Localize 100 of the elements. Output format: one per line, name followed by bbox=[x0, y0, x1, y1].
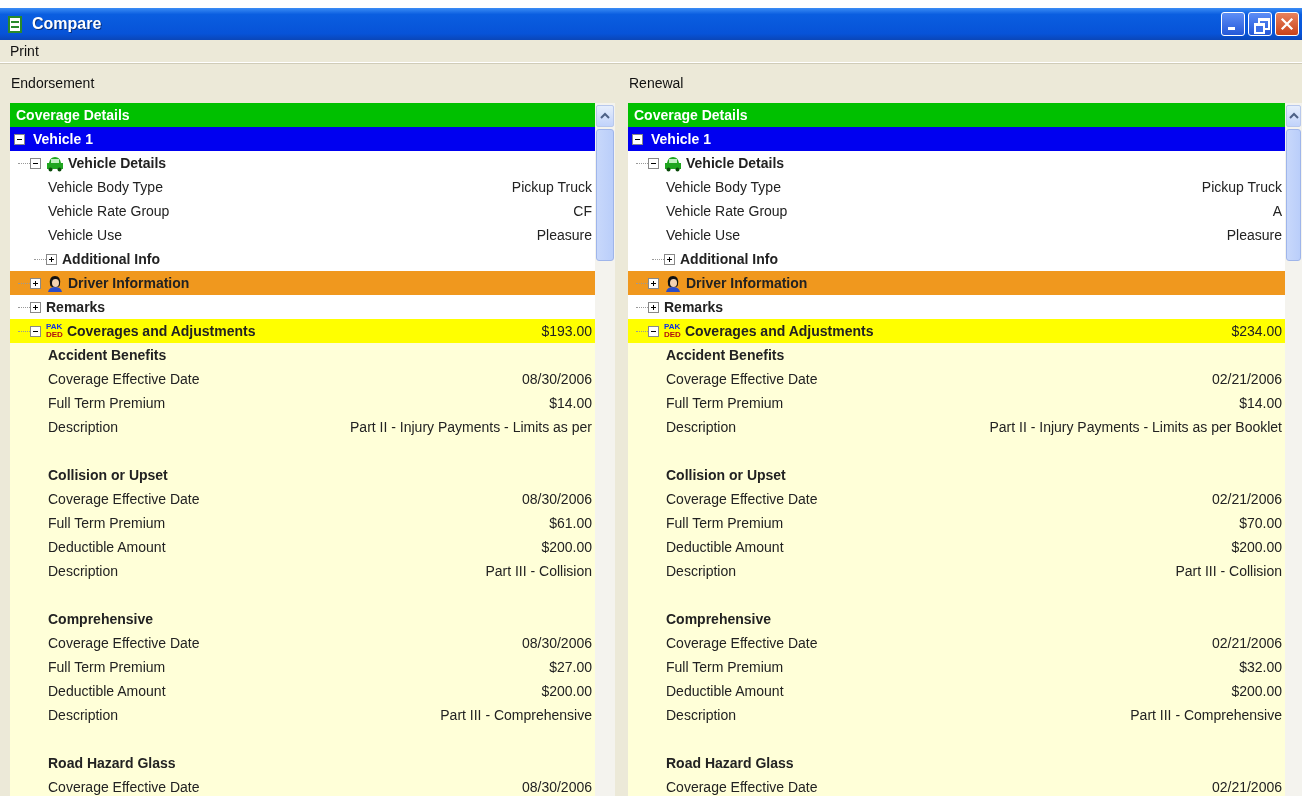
field-value: $14.00 bbox=[1239, 395, 1282, 411]
scroll-thumb[interactable] bbox=[1286, 129, 1301, 261]
node-label: Coverages and Adjustments bbox=[684, 323, 874, 339]
field-value: $200.00 bbox=[1231, 539, 1282, 555]
field-label: Coverage Effective Date bbox=[666, 371, 818, 387]
document-icon bbox=[8, 15, 22, 33]
car-icon bbox=[46, 154, 64, 172]
field-value: $27.00 bbox=[549, 659, 592, 675]
tree-node[interactable]: Remarks bbox=[10, 295, 595, 319]
field-label: Deductible Amount bbox=[666, 683, 784, 699]
node-label: Driver Information bbox=[686, 275, 808, 291]
tree-node[interactable]: Additional Info bbox=[10, 247, 595, 271]
restore-button[interactable] bbox=[1248, 12, 1272, 36]
field-value: 02/21/2006 bbox=[1211, 371, 1282, 387]
tree-node[interactable]: Remarks bbox=[628, 295, 1285, 319]
field-label: Description bbox=[48, 563, 119, 579]
field-label: Vehicle Rate Group bbox=[666, 203, 788, 219]
close-button[interactable] bbox=[1275, 12, 1299, 36]
scroll-thumb[interactable] bbox=[596, 129, 614, 261]
field-label: Full Term Premium bbox=[666, 659, 784, 675]
section-header: Coverage Details bbox=[628, 103, 1285, 127]
expand-toggle[interactable] bbox=[46, 253, 57, 265]
field-value: 02/21/2006 bbox=[1211, 491, 1282, 507]
field-label: Coverage Effective Date bbox=[48, 371, 200, 387]
collapse-toggle[interactable] bbox=[648, 325, 659, 337]
expand-toggle[interactable] bbox=[30, 277, 41, 289]
field-value: Part III - Comprehensive bbox=[440, 707, 592, 723]
collapse-toggle[interactable] bbox=[30, 157, 41, 169]
menu-item[interactable]: Print bbox=[10, 43, 39, 59]
field-label: Description bbox=[666, 707, 737, 723]
field-label: Vehicle Body Type bbox=[666, 179, 781, 195]
vehicle-row[interactable]: Vehicle 1 bbox=[10, 127, 595, 151]
node-label: Coverages and Adjustments bbox=[66, 323, 256, 339]
field-label: Full Term Premium bbox=[48, 515, 166, 531]
field-value: $200.00 bbox=[541, 683, 592, 699]
person-icon bbox=[46, 274, 64, 292]
field-value: 02/21/2006 bbox=[1211, 779, 1282, 795]
group-title: Collision or Upset bbox=[48, 467, 168, 483]
group-title: Road Hazard Glass bbox=[666, 755, 794, 771]
field-value: $200.00 bbox=[1231, 683, 1282, 699]
field-label: Full Term Premium bbox=[666, 515, 784, 531]
close-icon bbox=[1280, 17, 1294, 31]
window-title: Compare bbox=[32, 15, 103, 33]
field-value: $14.00 bbox=[549, 395, 592, 411]
scrollbar[interactable] bbox=[1285, 103, 1302, 796]
tree-node[interactable]: Vehicle Details bbox=[10, 151, 595, 175]
field-label: Coverage Effective Date bbox=[666, 491, 818, 507]
node-label: Remarks bbox=[46, 299, 106, 315]
scroll-up-button[interactable] bbox=[1286, 105, 1301, 127]
field-value: 08/30/2006 bbox=[521, 491, 592, 507]
group-title: Collision or Upset bbox=[666, 467, 786, 483]
vehicle-label: Vehicle 1 bbox=[651, 131, 711, 147]
vehicle-row[interactable]: Vehicle 1 bbox=[628, 127, 1285, 151]
collapse-toggle[interactable] bbox=[648, 157, 659, 169]
group-title: Comprehensive bbox=[48, 611, 154, 627]
field-value: $61.00 bbox=[549, 515, 592, 531]
group-title: Comprehensive bbox=[666, 611, 772, 627]
section-header: Coverage Details bbox=[10, 103, 595, 127]
scroll-up-button[interactable] bbox=[596, 105, 614, 127]
field-value: A bbox=[1272, 203, 1282, 219]
expand-toggle[interactable] bbox=[648, 277, 659, 289]
driver-row[interactable]: Driver Information bbox=[628, 271, 1285, 295]
minimize-button[interactable] bbox=[1221, 12, 1245, 36]
field-value: Part II - Injury Payments - Limits as per bbox=[350, 419, 592, 435]
group-title: Road Hazard Glass bbox=[48, 755, 176, 771]
group-title: Accident Benefits bbox=[666, 347, 785, 363]
field-label: Full Term Premium bbox=[48, 395, 166, 411]
pak-ded-icon: PAK DED bbox=[664, 323, 681, 339]
field-label: Description bbox=[48, 707, 119, 723]
driver-row[interactable]: Driver Information bbox=[10, 271, 595, 295]
collapse-toggle[interactable] bbox=[632, 133, 643, 145]
field-value: 02/21/2006 bbox=[1211, 635, 1282, 651]
vehicle-label: Vehicle 1 bbox=[33, 131, 93, 147]
node-label: Driver Information bbox=[68, 275, 190, 291]
field-value: Pleasure bbox=[1226, 227, 1282, 243]
collapse-toggle[interactable] bbox=[14, 133, 25, 145]
field-value: 08/30/2006 bbox=[521, 635, 592, 651]
field-label: Vehicle Use bbox=[666, 227, 740, 243]
node-label: Vehicle Details bbox=[686, 155, 785, 171]
pak-ded-icon: PAK DED bbox=[46, 323, 63, 339]
tree-node[interactable]: Additional Info bbox=[628, 247, 1285, 271]
node-label: Vehicle Details bbox=[68, 155, 167, 171]
field-value: 08/30/2006 bbox=[521, 779, 592, 795]
field-value: $32.00 bbox=[1239, 659, 1282, 675]
field-value: 08/30/2006 bbox=[521, 371, 592, 387]
expand-toggle[interactable] bbox=[664, 253, 675, 265]
field-label: Vehicle Use bbox=[48, 227, 122, 243]
field-value: Part II - Injury Payments - Limits as per Booklet bbox=[989, 419, 1282, 435]
field-label: Full Term Premium bbox=[666, 395, 784, 411]
tree-node[interactable]: Vehicle Details bbox=[628, 151, 1285, 175]
field-label: Description bbox=[48, 419, 119, 435]
scrollbar[interactable] bbox=[595, 103, 615, 796]
expand-toggle[interactable] bbox=[648, 301, 659, 313]
group-title: Accident Benefits bbox=[48, 347, 167, 363]
field-label: Full Term Premium bbox=[48, 659, 166, 675]
field-value: Pickup Truck bbox=[1201, 179, 1282, 195]
panel-label: Endorsement bbox=[10, 74, 96, 93]
expand-toggle[interactable] bbox=[30, 301, 41, 313]
field-label: Vehicle Body Type bbox=[48, 179, 163, 195]
collapse-toggle[interactable] bbox=[30, 325, 41, 337]
